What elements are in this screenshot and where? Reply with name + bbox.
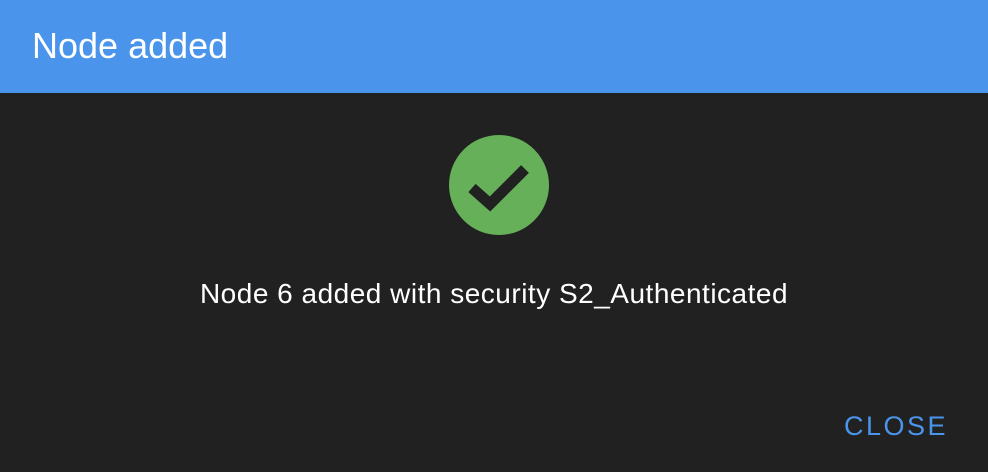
success-circle <box>449 135 549 235</box>
dialog-header: Node added <box>0 0 988 93</box>
close-button[interactable]: CLOSE <box>840 404 952 448</box>
dialog-title: Node added <box>32 25 229 66</box>
node-added-dialog: Node added Node 6 added with security S2… <box>0 0 988 472</box>
node-added-message: Node 6 added with security S2_Authentica… <box>199 278 789 309</box>
check-circle-icon <box>449 135 549 235</box>
